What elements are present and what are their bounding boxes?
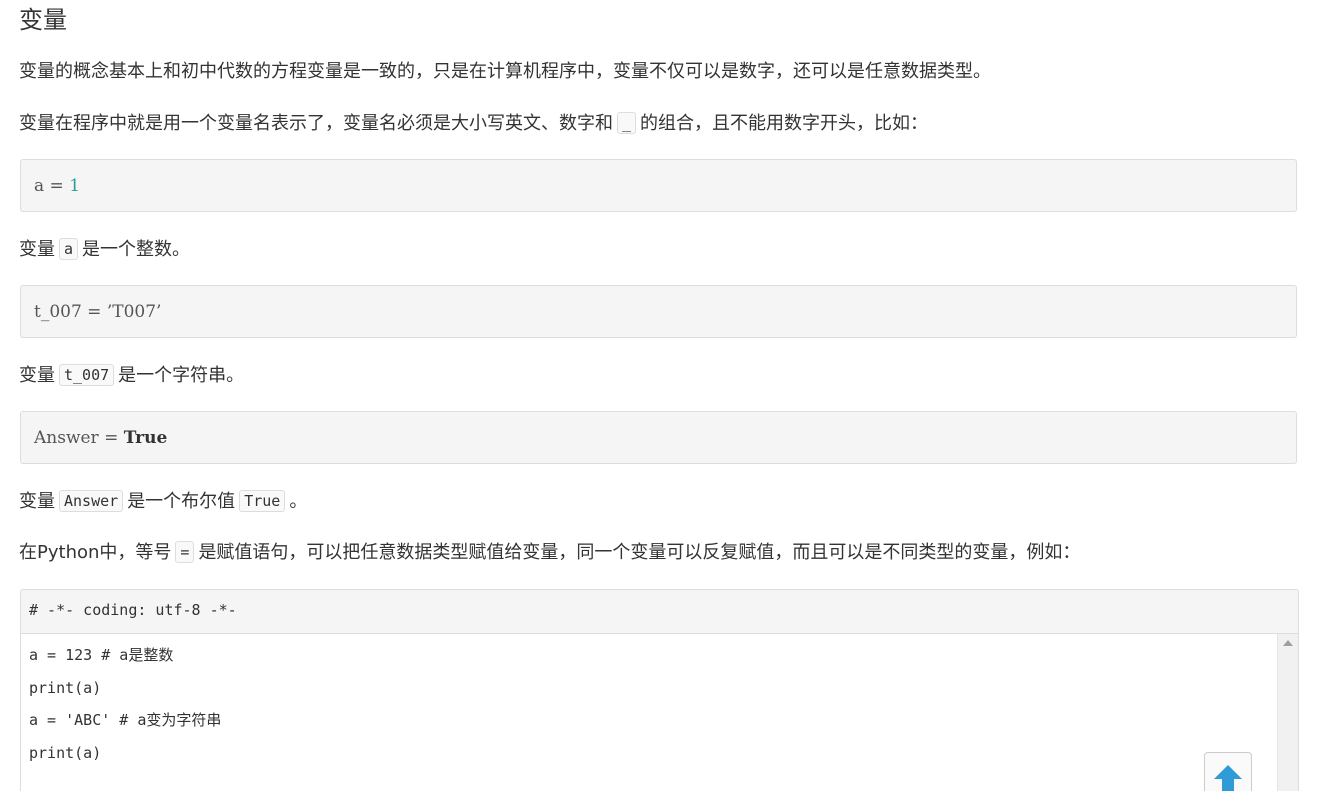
inline-code-t007: t_007 [59, 364, 115, 386]
inline-code-a: a [59, 238, 79, 260]
code-block-int: a = 1 [20, 159, 1297, 212]
paragraph-text: 的组合，且不能用数字开头，比如： [640, 113, 929, 134]
code-lhs: Answer = [34, 428, 124, 448]
code-keyword: True [123, 428, 168, 448]
paragraph-variable-naming: 变量在程序中就是用一个变量名表示了，变量名必须是大小写英文、数字和 _ 的组合，且不… [19, 109, 928, 138]
arrow-up-icon [1214, 765, 1242, 791]
inline-code-answer: Answer [59, 490, 124, 512]
code-line: a = 1 [34, 175, 80, 197]
scroll-up-arrow-icon[interactable] [1283, 640, 1293, 646]
paragraph-string-note: 变量 t_007 是一个字符串。 [19, 361, 244, 390]
code-block-bool: Answer = True [20, 411, 1297, 464]
paragraph-text: 是赋值语句，可以把任意数据类型赋值给变量，同一个变量可以反复赋值，而且可以是不同… [198, 542, 1081, 563]
paragraph-text: 变量在程序中就是用一个变量名表示了，变量名必须是大小写英文、数字和 [19, 113, 613, 134]
section-title: 变量 [19, 6, 67, 34]
paragraph-bool-note: 变量 Answer 是一个布尔值 True。 [19, 487, 307, 516]
code-editor[interactable]: # -*- coding: utf-8 -*- a = 123 # a是整数 p… [20, 589, 1299, 791]
back-to-top-button[interactable] [1204, 752, 1252, 791]
paragraph-text: 是一个布尔值 [127, 491, 236, 512]
paragraph-text: 变量 [19, 239, 55, 260]
code-lhs: a = [34, 176, 70, 196]
inline-code-true: True [239, 490, 286, 512]
page: 变量 变量的概念基本上和初中代数的方程变量是一致的，只是在计算机程序中，变量不仅… [0, 0, 1330, 791]
editor-line[interactable]: a = 123 # a是整数 [29, 645, 173, 665]
inline-code-equals: = [175, 541, 195, 563]
paragraph-text: 是一个字符串。 [118, 365, 245, 386]
code-line: Answer = True [34, 427, 167, 449]
editor-header-text: # -*- coding: utf-8 -*- [29, 601, 237, 619]
paragraph-text: 在Python中，等号 [19, 542, 172, 563]
paragraph-text: 变量 [19, 491, 55, 512]
paragraph-text: 是一个整数。 [82, 239, 191, 260]
paragraph-text: 变量的概念基本上和初中代数的方程变量是一致的，只是在计算机程序中，变量不仅可以是… [19, 61, 991, 82]
paragraph-variable-concept: 变量的概念基本上和初中代数的方程变量是一致的，只是在计算机程序中，变量不仅可以是… [19, 58, 991, 86]
code-number: 1 [69, 176, 81, 196]
paragraph-text: 变量 [19, 365, 55, 386]
inline-code-underscore: _ [617, 112, 637, 134]
paragraph-assignment: 在Python中，等号 = 是赋值语句，可以把任意数据类型赋值给变量，同一个变量可以… [19, 538, 1080, 567]
editor-scrollbar[interactable] [1277, 634, 1298, 791]
paragraph-text: 。 [289, 491, 308, 512]
editor-body[interactable]: a = 123 # a是整数 print(a) a = 'ABC' # a变为字… [21, 634, 1277, 791]
code-block-string: t_007 = ’T007’ [20, 285, 1297, 338]
editor-line[interactable]: print(a) [29, 743, 101, 763]
paragraph-int-note: 变量 a 是一个整数。 [19, 235, 190, 264]
editor-line[interactable]: print(a) [29, 678, 101, 698]
editor-header: # -*- coding: utf-8 -*- [21, 590, 1298, 634]
code-line: t_007 = ’T007’ [34, 302, 162, 322]
editor-line[interactable]: a = 'ABC' # a变为字符串 [29, 710, 221, 730]
